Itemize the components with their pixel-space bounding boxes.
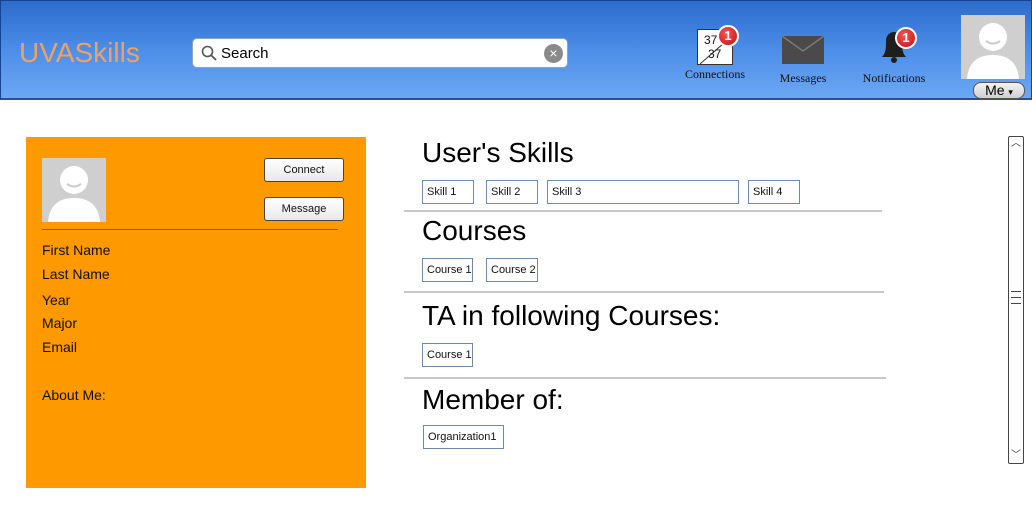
envelope-icon [781,35,825,64]
nav-messages-label: Messages [779,71,827,85]
nav-notifications[interactable]: 1 Notifications [859,27,929,86]
skill-chip[interactable]: Skill 4 [748,180,800,204]
nav-connections-label: Connections [685,67,745,81]
nav-connections[interactable]: 37 37 1 Connections [681,25,749,82]
vertical-scrollbar[interactable]: ︿ ﹀ [1008,136,1024,464]
profile-avatar [42,158,106,222]
avatar-silhouette [967,23,1019,79]
clear-icon[interactable]: × [544,44,563,63]
chevron-down-icon[interactable]: ﹀ [1009,449,1023,463]
skills-title: User's Skills [422,137,574,168]
avatar-icon[interactable] [961,15,1025,79]
about-me-label: About Me: [42,387,106,403]
notifications-badge: 1 [895,27,917,49]
brand-logo[interactable]: UVASkills [19,37,140,69]
course-chip[interactable]: Course 1 [422,258,473,282]
skill-chip[interactable]: Skill 1 [422,180,474,204]
nav-messages[interactable]: Messages [773,29,833,86]
search-icon [201,45,217,61]
courses-title: Courses [422,215,527,246]
skill-chip[interactable]: Skill 3 [547,180,739,204]
section-divider [404,210,882,212]
major-label: Major [42,315,78,331]
search-box[interactable]: × [192,38,568,68]
profile-divider [42,229,338,230]
year-label: Year [42,292,71,308]
chevron-down-icon: ▾ [1008,87,1013,97]
course-chip[interactable]: Course 2 [486,258,538,282]
top-nav-bar: UVASkills × 37 37 1 Connections Messages [0,0,1032,100]
connections-badge: 1 [717,25,739,47]
me-label: Me [985,82,1005,98]
profile-panel: Connect Message First Name Last Name Yea… [26,137,366,488]
ta-course-chip[interactable]: Course 1 [422,343,473,367]
chevron-up-icon[interactable]: ︿ [1009,137,1023,151]
ta-courses-title: TA in following Courses: [422,300,721,331]
scrollbar-thumb[interactable] [1011,291,1021,309]
email-label: Email [42,339,78,355]
search-input[interactable] [221,43,531,63]
calendar-bottom-number: 37 [708,47,722,61]
message-button[interactable]: Message [264,197,344,221]
section-divider [404,291,884,293]
nav-notifications-label: Notifications [862,71,926,85]
member-of-title: Member of: [422,384,564,415]
skill-chip[interactable]: Skill 2 [486,180,538,204]
first-name-label: First Name [42,242,111,258]
last-name-label: Last Name [42,266,110,282]
avatar-icon [48,166,100,222]
connect-button[interactable]: Connect [264,158,344,182]
me-menu-button[interactable]: Me ▾ [973,82,1025,99]
section-divider [404,377,886,379]
organization-chip[interactable]: Organization1 [423,425,504,449]
